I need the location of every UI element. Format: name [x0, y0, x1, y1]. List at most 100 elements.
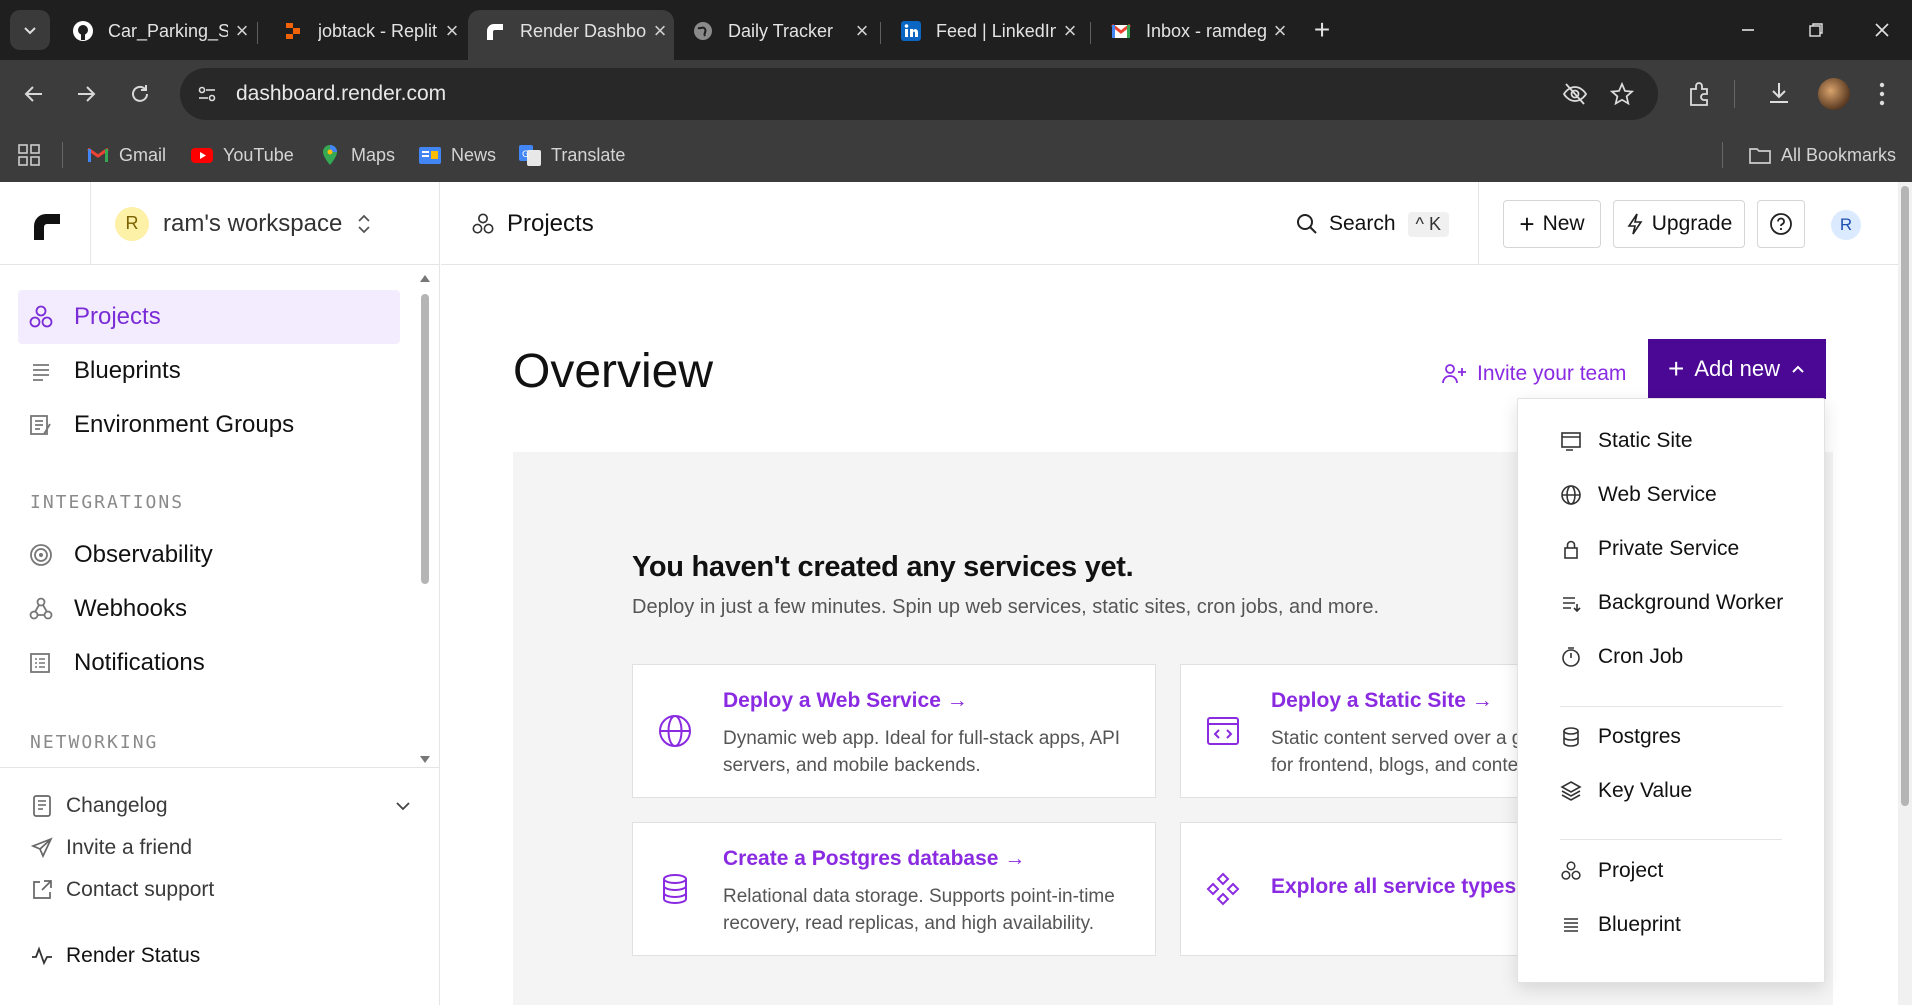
- sidebar-item-environment-groups[interactable]: Environment Groups: [18, 398, 400, 452]
- render-status-link[interactable]: Render Status: [30, 944, 200, 968]
- bookmark-maps[interactable]: Maps: [318, 128, 395, 182]
- menu-item-postgres[interactable]: Postgres: [1560, 725, 1681, 749]
- upgrade-button-label: Upgrade: [1651, 212, 1733, 235]
- create-postgres-card[interactable]: Create a Postgres database → Relational …: [632, 822, 1156, 956]
- invite-team-button[interactable]: Invite your team: [1441, 362, 1626, 386]
- address-bar[interactable]: dashboard.render.com: [180, 68, 1658, 120]
- user-avatar[interactable]: R: [1831, 210, 1861, 240]
- tab-search-button[interactable]: [10, 10, 50, 50]
- arrow-right-icon: [78, 86, 96, 102]
- new-tab-button[interactable]: +: [1302, 10, 1342, 50]
- lightning-icon: [1627, 213, 1643, 235]
- chevron-down-icon[interactable]: [394, 797, 412, 815]
- profile-avatar[interactable]: [1818, 78, 1850, 110]
- projects-icon: [1561, 861, 1581, 880]
- workspace-switcher[interactable]: R ram's workspace: [90, 182, 372, 265]
- deploy-web-service-card[interactable]: Deploy a Web Service → Dynamic web app. …: [632, 664, 1156, 798]
- close-tab-icon[interactable]: ×: [646, 18, 674, 44]
- menu-item-project[interactable]: Project: [1560, 859, 1663, 883]
- close-tab-icon[interactable]: ×: [438, 18, 466, 44]
- menu-item-blueprint[interactable]: Blueprint: [1560, 913, 1681, 937]
- changelog-link[interactable]: Changelog: [30, 794, 412, 818]
- scroll-up-arrow-icon[interactable]: [418, 272, 432, 284]
- breadcrumb-label: Projects: [507, 209, 594, 237]
- menu-item-web-service[interactable]: Web Service: [1560, 483, 1717, 507]
- sidebar-item-label: Environment Groups: [74, 411, 295, 438]
- sidebar-item-notifications[interactable]: Notifications: [18, 636, 400, 690]
- close-tab-icon[interactable]: ×: [1266, 18, 1294, 44]
- tab-divider: [1090, 22, 1091, 44]
- timer-icon: [1562, 647, 1580, 667]
- upgrade-button[interactable]: Upgrade: [1613, 200, 1745, 248]
- search-label: Search: [1329, 212, 1396, 235]
- page-scrollbar[interactable]: [1898, 182, 1912, 1005]
- close-tab-icon[interactable]: ×: [848, 18, 876, 44]
- browser-tab-github[interactable]: Car_Parking_Slot/v ×: [56, 10, 256, 52]
- youtube-icon: [191, 148, 213, 163]
- invite-friend-link[interactable]: Invite a friend: [30, 836, 192, 860]
- browser-tab-linkedin[interactable]: Feed | LinkedIn ×: [884, 10, 1084, 52]
- minimize-window-button[interactable]: [1718, 14, 1778, 46]
- browser-tab-gmail[interactable]: Inbox - ramdegala ×: [1094, 10, 1294, 52]
- sidebar-item-webhooks[interactable]: Webhooks: [18, 582, 400, 636]
- apps-grid-icon[interactable]: [18, 144, 40, 166]
- help-button[interactable]: [1757, 200, 1805, 248]
- sidebar-item-observability[interactable]: Observability: [18, 528, 400, 582]
- bookmark-translate[interactable]: G Translate: [518, 128, 625, 182]
- star-icon[interactable]: [1610, 82, 1634, 106]
- sidebar-item-projects[interactable]: Projects: [18, 290, 400, 344]
- browser-tab-daily-tracker[interactable]: Daily Tracker ×: [676, 10, 876, 52]
- new-button-label: New: [1542, 212, 1585, 235]
- close-window-button[interactable]: [1852, 14, 1912, 46]
- restore-window-button[interactable]: [1786, 14, 1846, 46]
- search-button[interactable]: Search ^ K: [1295, 207, 1449, 241]
- bookmarks-divider: [62, 142, 63, 168]
- sidebar-item-blueprints[interactable]: Blueprints: [18, 344, 400, 398]
- close-tab-icon[interactable]: ×: [228, 18, 256, 44]
- all-bookmarks-button[interactable]: All Bookmarks: [1748, 128, 1896, 182]
- menu-item-cron-job[interactable]: Cron Job: [1560, 645, 1683, 669]
- tab-title: Inbox - ramdegala: [1146, 20, 1266, 41]
- sidebar-scrollbar[interactable]: [418, 272, 432, 766]
- page-title: Overview: [513, 345, 714, 398]
- chevron-up-down-icon: [358, 214, 370, 233]
- site-info-icon[interactable]: [196, 83, 218, 105]
- invite-friend-label: Invite a friend: [66, 836, 193, 859]
- extensions-icon[interactable]: [1686, 80, 1714, 108]
- reload-button[interactable]: [122, 76, 158, 112]
- sidebar-item-label: Observability: [74, 541, 213, 568]
- close-tab-icon[interactable]: ×: [1056, 18, 1084, 44]
- contact-support-link[interactable]: Contact support: [30, 878, 214, 902]
- menu-item-static-site[interactable]: Static Site: [1560, 429, 1693, 453]
- scrollbar-thumb[interactable]: [421, 294, 429, 584]
- bookmark-gmail[interactable]: Gmail: [86, 128, 166, 182]
- browser-tab-replit[interactable]: jobtack - Replit ×: [266, 10, 466, 52]
- menu-item-background-worker[interactable]: Background Worker: [1560, 591, 1783, 615]
- menu-item-private-service[interactable]: Private Service: [1560, 537, 1739, 561]
- tab-title: Daily Tracker: [728, 20, 834, 41]
- back-button[interactable]: [16, 76, 52, 112]
- menu-item-key-value[interactable]: Key Value: [1560, 779, 1692, 803]
- eye-off-icon[interactable]: [1562, 82, 1588, 106]
- url-text[interactable]: dashboard.render.com: [236, 82, 446, 106]
- forward-button[interactable]: [68, 76, 104, 112]
- add-new-label: Add new: [1694, 356, 1780, 381]
- new-button[interactable]: + New: [1503, 200, 1601, 248]
- bookmark-youtube[interactable]: YouTube: [190, 128, 294, 182]
- bookmark-news[interactable]: News: [418, 128, 496, 182]
- page-scrollbar-thumb[interactable]: [1901, 186, 1909, 806]
- menu-divider: [1560, 839, 1782, 840]
- bookmarks-divider: [1722, 142, 1723, 168]
- services-grid-icon: [1206, 872, 1240, 906]
- scroll-down-arrow-icon[interactable]: [418, 754, 432, 766]
- arrow-right-icon: →: [1471, 689, 1493, 712]
- kebab-menu-icon[interactable]: [1876, 80, 1888, 108]
- render-logo-icon[interactable]: [30, 208, 64, 242]
- browser-tab-render-active[interactable]: Render Dashboard ×: [468, 10, 674, 60]
- contact-support-label: Contact support: [66, 878, 215, 901]
- arrow-right-icon: →: [1004, 847, 1026, 870]
- reload-icon: [132, 85, 148, 102]
- add-new-button[interactable]: + Add new: [1648, 339, 1826, 399]
- breadcrumb[interactable]: Projects: [471, 182, 594, 265]
- download-icon[interactable]: [1766, 80, 1792, 106]
